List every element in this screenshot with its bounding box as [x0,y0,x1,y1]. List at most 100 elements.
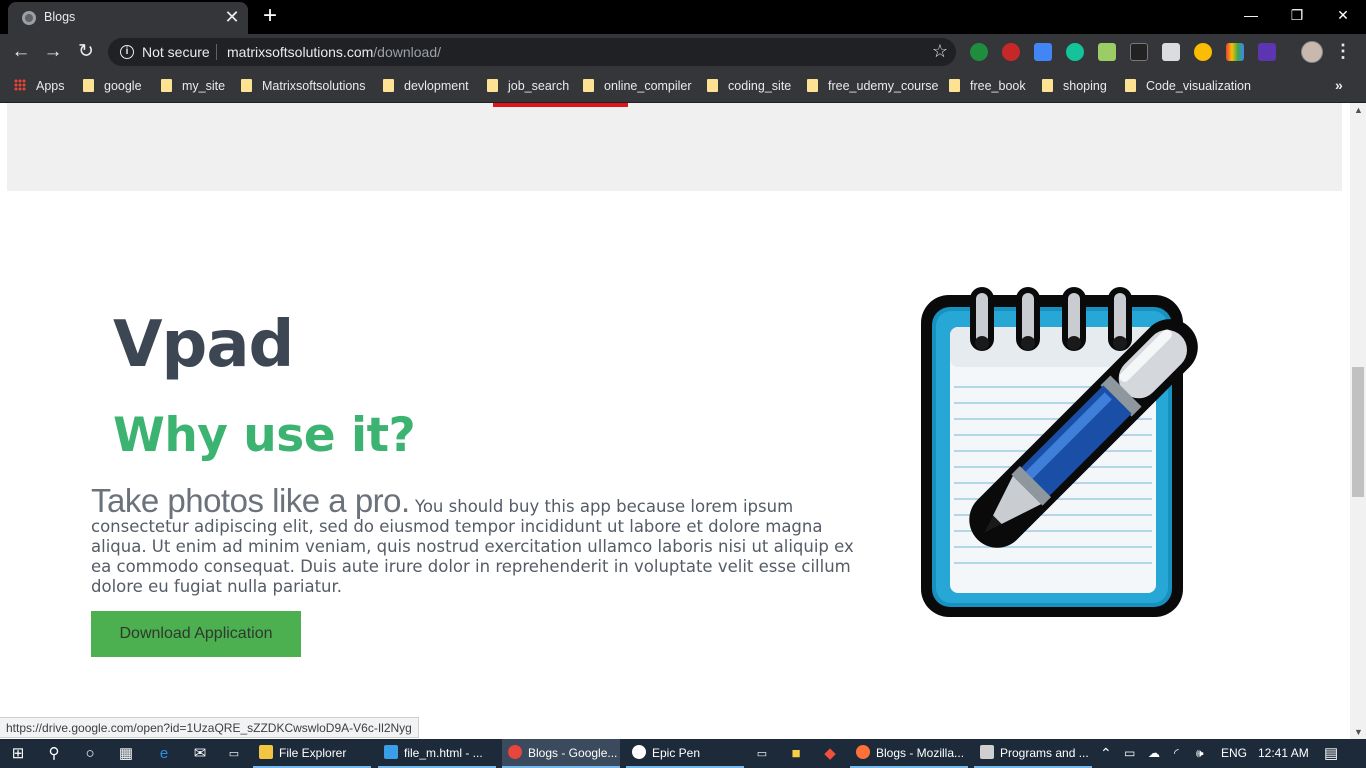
action-center-icon[interactable]: ▤ [1324,739,1338,768]
extension-check-icon[interactable] [1098,43,1116,61]
git-icon[interactable]: ◆ [818,742,842,766]
bookmark-shoping[interactable]: shoping [1042,77,1107,95]
folder-icon [583,79,594,92]
page-scrollbar[interactable]: ▲ ▼ [1350,103,1366,739]
sticky-notes-icon[interactable]: ■ [784,742,808,766]
extension-pen-icon[interactable] [1194,43,1212,61]
firefox-icon [856,745,870,759]
task-view-icon[interactable]: ▦ [114,742,138,766]
bookmark-code-visualization[interactable]: Code_visualization [1125,77,1251,95]
adblock-icon[interactable] [1002,43,1020,61]
volume-icon[interactable]: 🕪 [1196,739,1204,768]
scroll-up-icon[interactable]: ▲ [1354,105,1363,115]
taskbar-app-firefox[interactable]: Blogs - Mozilla... [850,739,968,768]
chrome-icon [508,745,522,759]
bookmark-job-search[interactable]: job_search [487,77,569,95]
info-icon[interactable]: i [120,45,134,59]
menu-icon[interactable]: ⋮ [1334,40,1352,64]
page-content: Vpad Why use it? Take photos like a pro.… [0,103,1350,739]
vscode-icon [384,745,398,759]
divider [216,44,217,60]
edge-icon[interactable]: e [152,742,176,766]
folder-icon [383,79,394,92]
translate-icon[interactable] [1034,43,1052,61]
address-bar[interactable]: i Not secure matrixsoftsolutions.com/dow… [108,38,956,66]
forward-icon[interactable]: → [40,39,66,65]
search-icon[interactable]: ⚲ [42,742,66,766]
onedrive-icon[interactable]: ☁ [1148,739,1160,768]
scroll-thumb[interactable] [1352,367,1364,497]
tab-strip: Blogs ✕ + — ❐ ✕ [0,0,1366,34]
extension-print-icon[interactable] [1162,43,1180,61]
folder-icon [949,79,960,92]
folder-icon [161,79,172,92]
bookmarks-overflow-icon[interactable]: » [1335,77,1343,93]
taskbar-app-programs[interactable]: Programs and ... [974,739,1092,768]
language-indicator[interactable]: ENG [1221,739,1247,768]
terminal-icon[interactable]: ▭ [222,742,246,766]
bookmark-apps[interactable]: Apps [14,77,65,95]
clock[interactable]: 12:41 AM [1258,739,1309,768]
cortana-icon[interactable]: ○ [78,742,102,766]
folder-icon [707,79,718,92]
app-description: Take photos like a pro. You should buy t… [91,484,861,597]
battery-icon[interactable]: ▭ [1124,739,1135,768]
active-nav-underline [493,103,628,107]
bookmark-star-icon[interactable]: ☆ [932,41,948,62]
taskbar: ⊞ ⚲ ○ ▦ e ✉ ▭ File Explorer file_m.html … [0,739,1366,768]
security-label[interactable]: Not secure [142,44,210,60]
download-button[interactable]: Download Application [91,611,301,657]
bookmark-matrixsoftsolutions[interactable]: Matrixsoftsolutions [241,77,366,95]
folder-icon [83,79,94,92]
bookmark-my-site[interactable]: my_site [161,77,225,95]
back-icon[interactable]: ← [8,39,34,65]
lead-text: Take photos like a pro. [91,482,410,519]
folder-icon [1042,79,1053,92]
url-text[interactable]: matrixsoftsolutions.com/download/ [227,44,441,60]
link-status-bar: https://drive.google.com/open?id=1UzaQRE… [0,717,419,738]
extension-green-icon[interactable] [970,43,988,61]
tab-blogs[interactable]: Blogs ✕ [8,2,248,34]
new-tab-button[interactable]: + [258,4,282,29]
reload-icon[interactable]: ↻ [73,39,99,65]
mail-icon[interactable]: ✉ [188,742,212,766]
bookmark-coding-site[interactable]: coding_site [707,77,791,95]
notepad-icon [921,287,1198,617]
profile-avatar[interactable] [1301,41,1323,63]
minimize-button[interactable]: — [1228,0,1274,30]
extension-box-icon[interactable] [1130,43,1148,61]
folder-icon [259,745,273,759]
folder-icon [1125,79,1136,92]
taskbar-app-vscode[interactable]: file_m.html - ... [378,739,496,768]
restore-button[interactable]: ❐ [1274,0,1320,30]
bookmarks-bar: Apps google my_site Matrixsoftsolutions … [0,70,1366,103]
tab-title: Blogs [44,10,76,24]
wifi-icon[interactable]: ◜ [1174,739,1179,768]
bookmark-free-book[interactable]: free_book [949,77,1026,95]
close-window-button[interactable]: ✕ [1320,0,1366,30]
pen-icon [632,745,646,759]
extension-color-icon[interactable] [1226,43,1244,61]
bookmark-online-compiler[interactable]: online_compiler [583,77,692,95]
folder-icon [807,79,818,92]
header-band [7,103,1342,191]
folder-icon [487,79,498,92]
globe-icon [22,11,36,25]
app-title: Vpad [113,308,294,382]
tray-chevron-icon[interactable]: ⌃ [1100,739,1112,768]
windows-start-icon[interactable]: ⊞ [6,742,30,766]
cmd-icon[interactable]: ▭ [750,742,774,766]
taskbar-app-file-explorer[interactable]: File Explorer [253,739,371,768]
bookmark-devlopment[interactable]: devlopment [383,77,469,95]
apps-grid-icon [14,79,26,91]
folder-icon [241,79,252,92]
close-tab-icon[interactable]: ✕ [222,7,242,27]
bookmark-google[interactable]: google [83,77,142,95]
browser-toolbar: ← → ↻ i Not secure matrixsoftsolutions.c… [0,34,1366,70]
bookmark-free-udemy-course[interactable]: free_udemy_course [807,77,938,95]
scroll-down-icon[interactable]: ▼ [1354,727,1363,737]
grammarly-icon[interactable] [1066,43,1084,61]
taskbar-app-epic-pen[interactable]: Epic Pen [626,739,744,768]
extension-ia-icon[interactable] [1258,43,1276,61]
taskbar-app-chrome[interactable]: Blogs - Google... [502,739,620,768]
